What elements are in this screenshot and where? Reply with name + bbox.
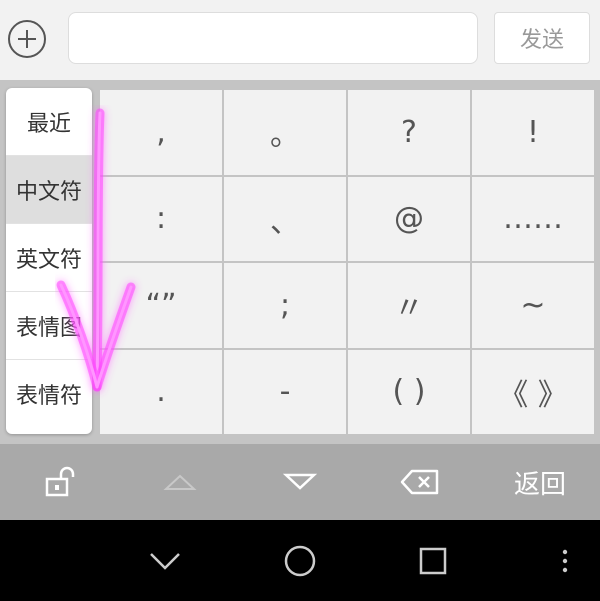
category-english-symbols[interactable]: 英文符: [6, 224, 92, 292]
home-circle-icon[interactable]: [235, 520, 365, 601]
symbol-key[interactable]: ~: [472, 263, 594, 348]
category-recent[interactable]: 最近: [6, 88, 92, 156]
symbol-key[interactable]: .: [100, 349, 222, 434]
unlock-icon[interactable]: [0, 444, 120, 520]
symbol-category-panel: 最近 中文符 英文符 表情图 表情符: [6, 88, 92, 434]
symbol-keyboard: 最近 中文符 英文符 表情图 表情符 , 。 ? ! : 、 @ …… “” ;…: [0, 80, 600, 444]
category-emoji-images[interactable]: 表情图: [6, 292, 92, 360]
triangle-down-icon[interactable]: [240, 444, 360, 520]
plus-circle-icon[interactable]: [8, 20, 46, 58]
symbol-key[interactable]: :: [100, 176, 222, 261]
symbol-key[interactable]: @: [348, 176, 470, 261]
symbol-key[interactable]: 、: [224, 176, 346, 261]
symbol-key[interactable]: “”: [100, 263, 222, 348]
more-vertical-icon[interactable]: [540, 520, 590, 601]
send-button[interactable]: 发送: [494, 12, 590, 64]
symbol-grid: , 。 ? ! : 、 @ …… “” ; 〃 ~ . - ( ) 《 》: [100, 90, 594, 434]
symbol-key[interactable]: -: [224, 349, 346, 434]
chevron-down-icon[interactable]: [100, 520, 230, 601]
symbol-key[interactable]: ;: [224, 263, 346, 348]
symbol-key[interactable]: !: [472, 90, 594, 175]
symbol-key[interactable]: ……: [472, 176, 594, 261]
square-recents-icon[interactable]: [368, 520, 498, 601]
system-navigation-bar: [0, 520, 600, 601]
symbol-key[interactable]: ( ): [348, 349, 470, 434]
symbol-key[interactable]: ,: [100, 90, 222, 175]
backspace-icon[interactable]: [360, 444, 480, 520]
triangle-up-icon[interactable]: [120, 444, 240, 520]
message-input-bar: 发送: [0, 0, 600, 80]
symbol-key[interactable]: 《 》: [472, 349, 594, 434]
keyboard-function-bar: 返回: [0, 444, 600, 520]
symbol-key[interactable]: 。: [224, 90, 346, 175]
return-button[interactable]: 返回: [480, 444, 600, 520]
symbol-key[interactable]: ?: [348, 90, 470, 175]
category-chinese-symbols[interactable]: 中文符: [6, 156, 92, 224]
message-input[interactable]: [68, 12, 478, 64]
symbol-key[interactable]: 〃: [348, 263, 470, 348]
category-emoticons[interactable]: 表情符: [6, 360, 92, 428]
